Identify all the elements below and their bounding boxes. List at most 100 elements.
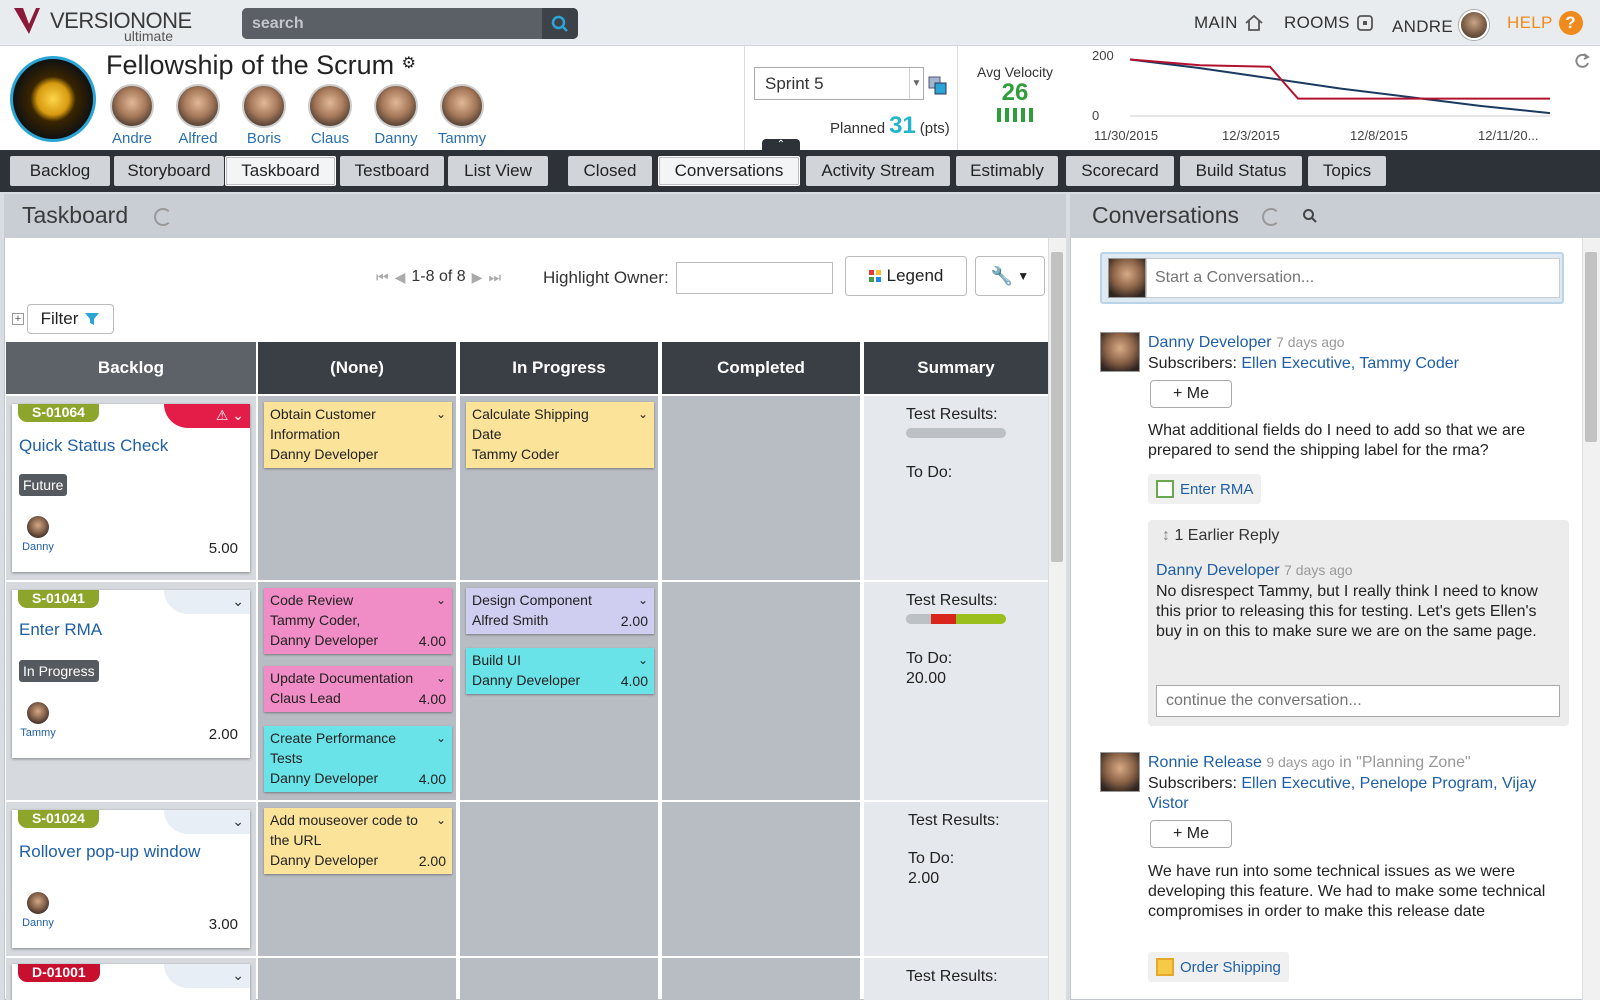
tab-estimably[interactable]: Estimably <box>956 156 1058 186</box>
refresh-icon[interactable] <box>1262 208 1280 226</box>
refresh-icon[interactable] <box>154 208 172 226</box>
chevron-down-icon[interactable]: ⌄ <box>638 590 648 610</box>
start-conversation-input[interactable] <box>1146 258 1560 298</box>
chevron-down-icon[interactable]: ⌄ <box>436 590 446 610</box>
board-settings-button[interactable]: 🔧 ▼ <box>975 256 1045 296</box>
story-owner[interactable]: Danny <box>20 892 56 929</box>
team-member[interactable]: Andre <box>102 84 162 147</box>
nav-help[interactable]: HELP ? <box>1507 11 1583 35</box>
last-page-icon[interactable]: ⏭ <box>488 269 501 286</box>
subscribe-me-button[interactable]: + Me <box>1150 820 1232 848</box>
story-card-menu[interactable]: ⌄ <box>164 964 250 988</box>
story-title[interactable]: Quick Status Check <box>19 436 168 456</box>
task-card[interactable]: Add mouseover code to the URL Danny Deve… <box>264 808 452 874</box>
task-estimate: 4.00 <box>418 691 446 707</box>
story-card-menu[interactable]: ⌄ <box>164 590 250 614</box>
sprint-select[interactable]: Sprint 5 ▼ <box>754 67 924 100</box>
story-id-badge[interactable]: S-01024 <box>18 810 99 828</box>
first-page-icon[interactable]: ⏮ <box>376 269 389 286</box>
chevron-down-icon[interactable]: ⌄ <box>436 810 446 830</box>
refresh-icon[interactable] <box>1573 52 1591 70</box>
prev-page-icon[interactable]: ◀ <box>395 269 406 286</box>
tab-storyboard[interactable]: Storyboard <box>114 156 224 186</box>
story-card-menu[interactable]: ⚠ ⌄ <box>164 404 250 428</box>
post-author[interactable]: Danny Developer 7 days ago <box>1148 334 1345 352</box>
next-page-icon[interactable]: ▶ <box>472 269 483 286</box>
task-card[interactable]: Build UI Danny Developer ⌄ 4.00 <box>466 648 654 694</box>
team-member[interactable]: Claus <box>300 84 360 147</box>
story-title[interactable]: Enter RMA <box>19 620 102 640</box>
task-card[interactable]: Obtain Customer Information Danny Develo… <box>264 402 452 468</box>
reply-author[interactable]: Danny Developer 7 days ago <box>1156 562 1353 580</box>
tab-closed[interactable]: Closed <box>568 156 652 186</box>
avg-velocity[interactable]: Avg Velocity 26 <box>972 64 1058 122</box>
story-owner[interactable]: Danny <box>20 516 56 553</box>
story-card[interactable]: D-01001 ⌄ <box>12 964 250 1000</box>
test-results-label: Test Results: <box>906 406 998 423</box>
story-card-menu[interactable]: ⌄ <box>164 810 250 834</box>
subscriber-links[interactable]: Ellen Executive, Tammy Coder <box>1241 355 1459 372</box>
owner-avatar <box>27 516 49 538</box>
legend-button[interactable]: Legend <box>845 256 967 296</box>
team-member[interactable]: Danny <box>366 84 426 147</box>
tab-activity-stream[interactable]: Activity Stream <box>806 156 950 186</box>
earlier-replies-toggle[interactable]: ↕ 1 Earlier Reply <box>1162 526 1279 546</box>
tab-conversations[interactable]: Conversations <box>658 156 800 186</box>
author-avatar <box>1100 332 1140 372</box>
author-name[interactable]: Danny Developer <box>1156 562 1280 579</box>
nav-user-menu[interactable]: ANDRE <box>1392 10 1490 40</box>
mention-chip[interactable]: Enter RMA <box>1148 474 1262 504</box>
burndown-chart[interactable]: 200 0 11/30/2015 12/3/2015 12/8/2015 12/11/20… <box>1080 48 1590 150</box>
subscribers-label: Subscribers: <box>1148 775 1237 792</box>
search-icon[interactable] <box>1302 208 1318 224</box>
defect-id-badge[interactable]: D-01001 <box>18 964 100 982</box>
search-input[interactable] <box>242 8 538 39</box>
continue-conversation-input[interactable] <box>1156 685 1560 717</box>
scrollbar-thumb[interactable] <box>1051 252 1063 562</box>
task-card[interactable]: Update Documentation Claus Lead ⌄ 4.00 <box>264 666 452 712</box>
mention-chip[interactable]: Order Shipping <box>1148 952 1289 982</box>
story-id-badge[interactable]: S-01064 <box>18 404 99 422</box>
tab-backlog[interactable]: Backlog <box>10 156 110 186</box>
story-card[interactable]: S-01041 ⌄ Enter RMA In Progress Tammy 2.… <box>12 590 250 758</box>
filter-button[interactable]: Filter <box>27 304 114 334</box>
chevron-down-icon[interactable]: ⌄ <box>436 404 446 424</box>
chevron-down-icon[interactable]: ⌄ <box>436 728 446 748</box>
story-id-badge[interactable]: S-01041 <box>18 590 99 608</box>
nav-rooms[interactable]: ROOMS <box>1284 13 1374 33</box>
subscribe-me-button[interactable]: + Me <box>1150 380 1232 408</box>
chevron-down-icon[interactable]: ⌄ <box>436 668 446 688</box>
nav-main[interactable]: MAIN <box>1194 13 1264 33</box>
scrollbar-thumb[interactable] <box>1585 252 1597 442</box>
team-member[interactable]: Alfred <box>168 84 228 147</box>
post-author[interactable]: Ronnie Release 9 days ago in "Planning Z… <box>1148 754 1471 772</box>
team-member[interactable]: Tammy <box>432 84 492 147</box>
tab-testboard[interactable]: Testboard <box>340 156 444 186</box>
task-card[interactable]: Calculate Shipping Date Tammy Coder ⌄ <box>466 402 654 468</box>
tab-scorecard[interactable]: Scorecard <box>1066 156 1174 186</box>
tab-list-view[interactable]: List View <box>448 156 548 186</box>
task-card[interactable]: Code Review Tammy Coder, Danny Developer… <box>264 588 452 654</box>
author-name[interactable]: Danny Developer <box>1148 334 1272 351</box>
author-name[interactable]: Ronnie Release <box>1148 754 1262 771</box>
test-results-passed-segment <box>956 614 1006 624</box>
search-button[interactable] <box>542 8 578 39</box>
chevron-down-icon[interactable]: ⌄ <box>638 650 648 670</box>
task-card[interactable]: Create Performance Tests Danny Developer… <box>264 726 452 792</box>
expand-icon[interactable]: + <box>12 313 24 325</box>
story-card[interactable]: S-01064 ⚠ ⌄ Quick Status Check Future Da… <box>12 404 250 572</box>
story-owner[interactable]: Tammy <box>20 702 56 739</box>
chevron-down-icon[interactable]: ⌄ <box>638 404 648 424</box>
versionone-logo[interactable]: VERSIONONE ultimate <box>14 6 192 44</box>
team-member[interactable]: Boris <box>234 84 294 147</box>
story-card[interactable]: S-01024 ⌄ Rollover pop-up window Danny 3… <box>12 810 250 948</box>
highlight-owner-input[interactable] <box>676 262 833 294</box>
team-name[interactable]: Fellowship of the Scrum ⚙ <box>106 50 416 81</box>
task-card[interactable]: Design Component Alfred Smith ⌄ 2.00 <box>466 588 654 634</box>
tab-taskboard[interactable]: Taskboard <box>225 156 336 186</box>
story-title[interactable]: Rollover pop-up window <box>19 842 200 862</box>
tab-topics[interactable]: Topics <box>1308 156 1386 186</box>
sprint-switch-icon[interactable] <box>928 76 948 96</box>
settings-gear-icon[interactable]: ⚙ <box>402 55 416 72</box>
tab-build-status[interactable]: Build Status <box>1180 156 1302 186</box>
